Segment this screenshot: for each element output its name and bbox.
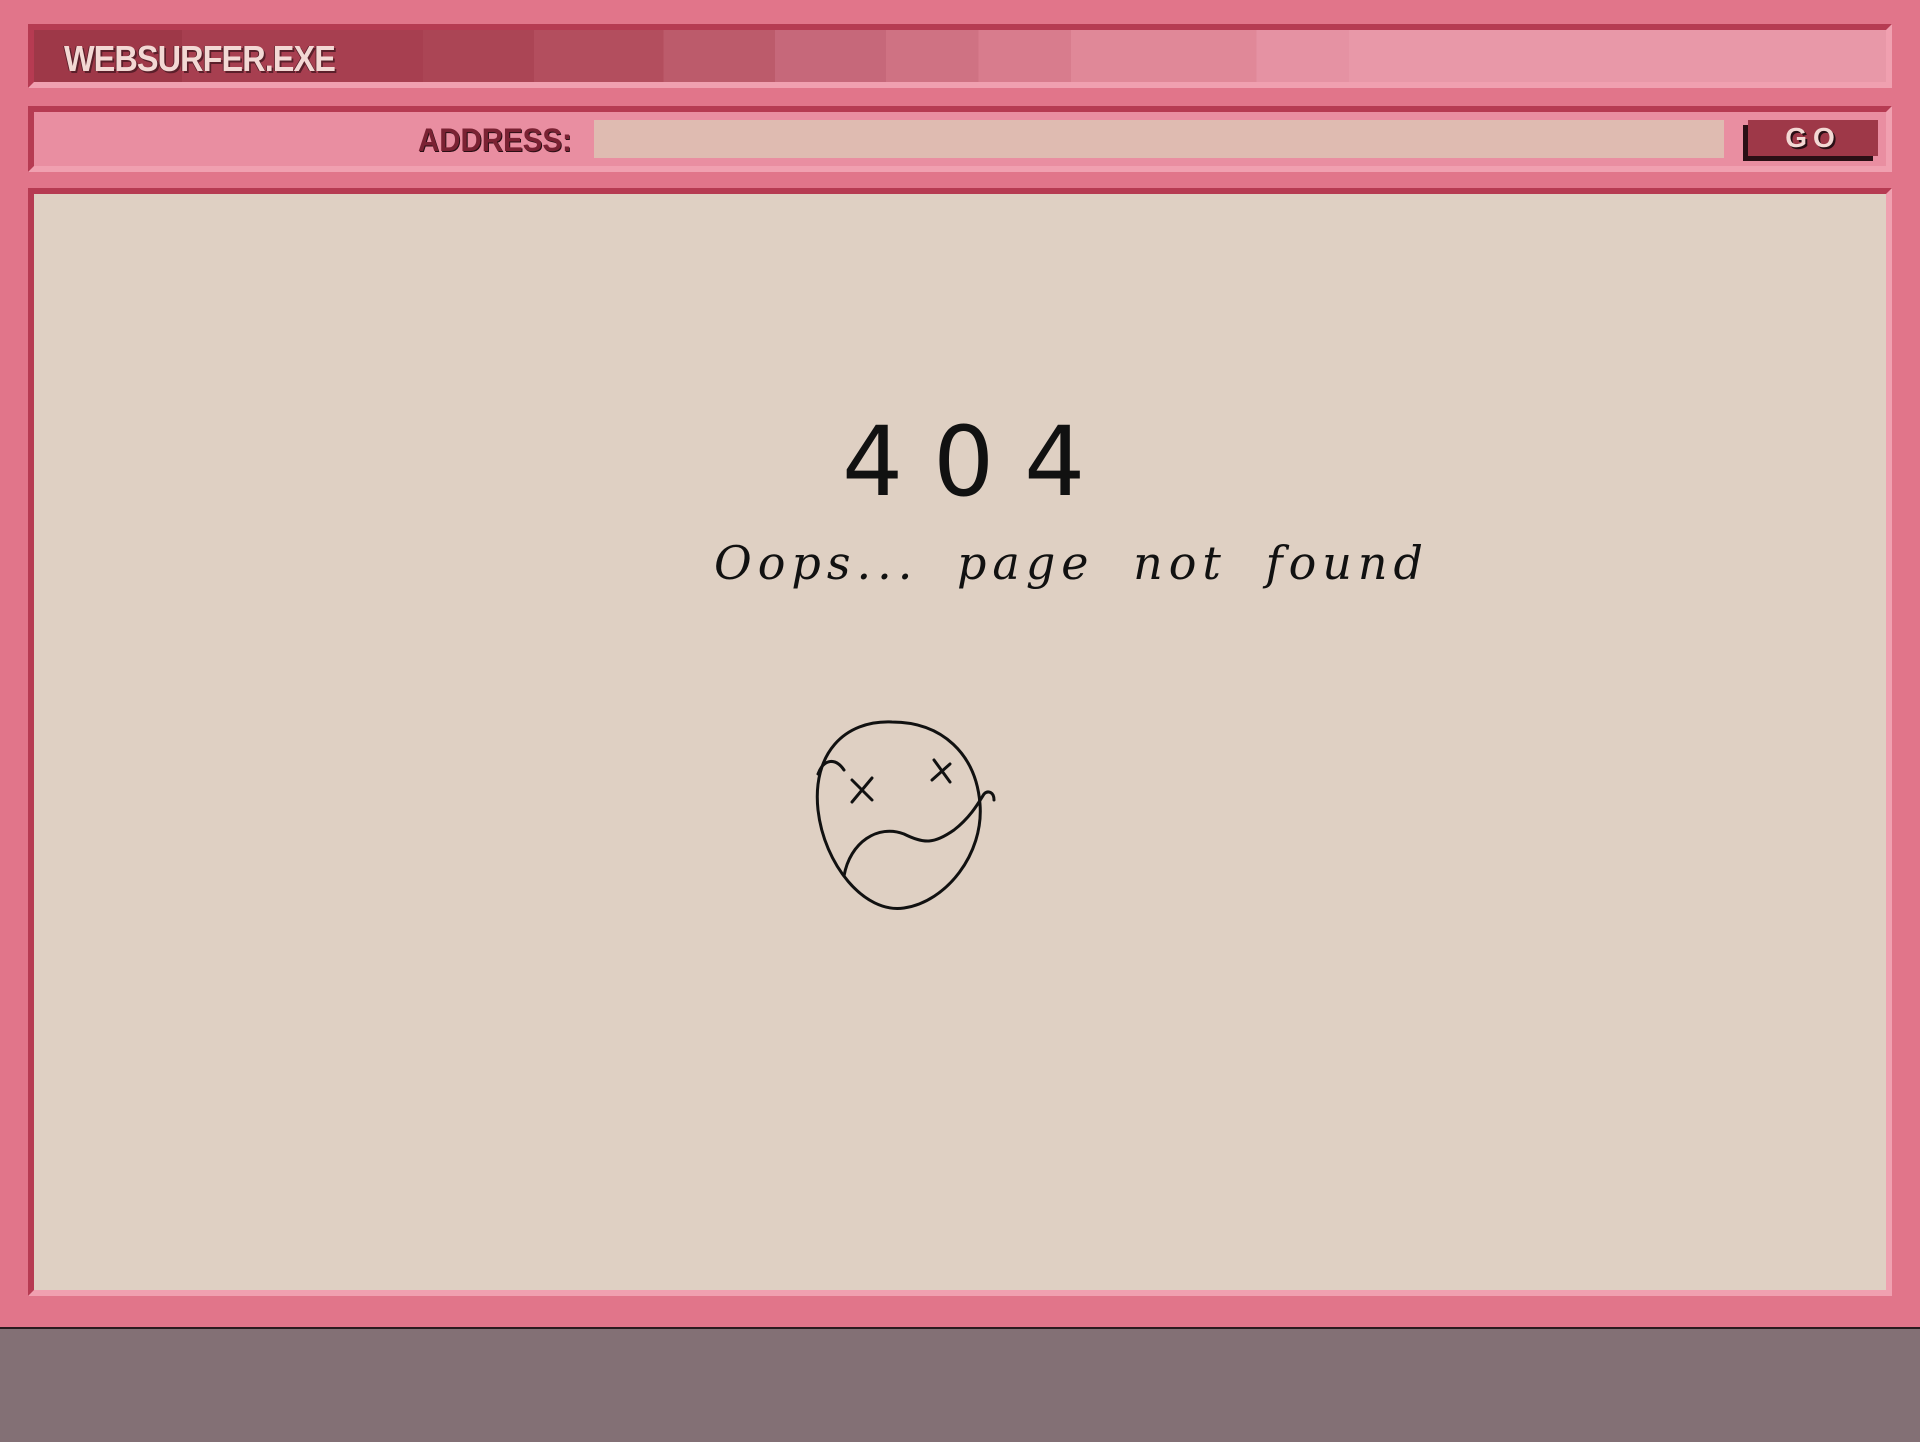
error-message: Oops... page not found	[714, 536, 1429, 590]
left-eye-x	[850, 776, 874, 804]
go-button[interactable]: GO	[1748, 120, 1878, 156]
title-bar[interactable]: WEBSURFER.EXE	[28, 24, 1892, 88]
face-outline	[815, 720, 982, 910]
address-bar: ADDRESS: GO	[28, 106, 1892, 172]
app-title: WEBSURFER.EXE	[64, 38, 336, 79]
address-label: ADDRESS:	[418, 122, 572, 158]
sad-dizzy-face-icon	[815, 720, 996, 910]
error-code: 404	[842, 406, 1116, 518]
desktop-background	[0, 1327, 1920, 1442]
address-input[interactable]	[594, 120, 1724, 158]
frown-mouth	[842, 790, 996, 878]
browser-window: WEBSURFER.EXE ADDRESS: GO 404 Oops... pa…	[0, 0, 1920, 1327]
content-pane: 404 Oops... page not found	[28, 188, 1892, 1296]
right-eye-x	[930, 758, 952, 784]
